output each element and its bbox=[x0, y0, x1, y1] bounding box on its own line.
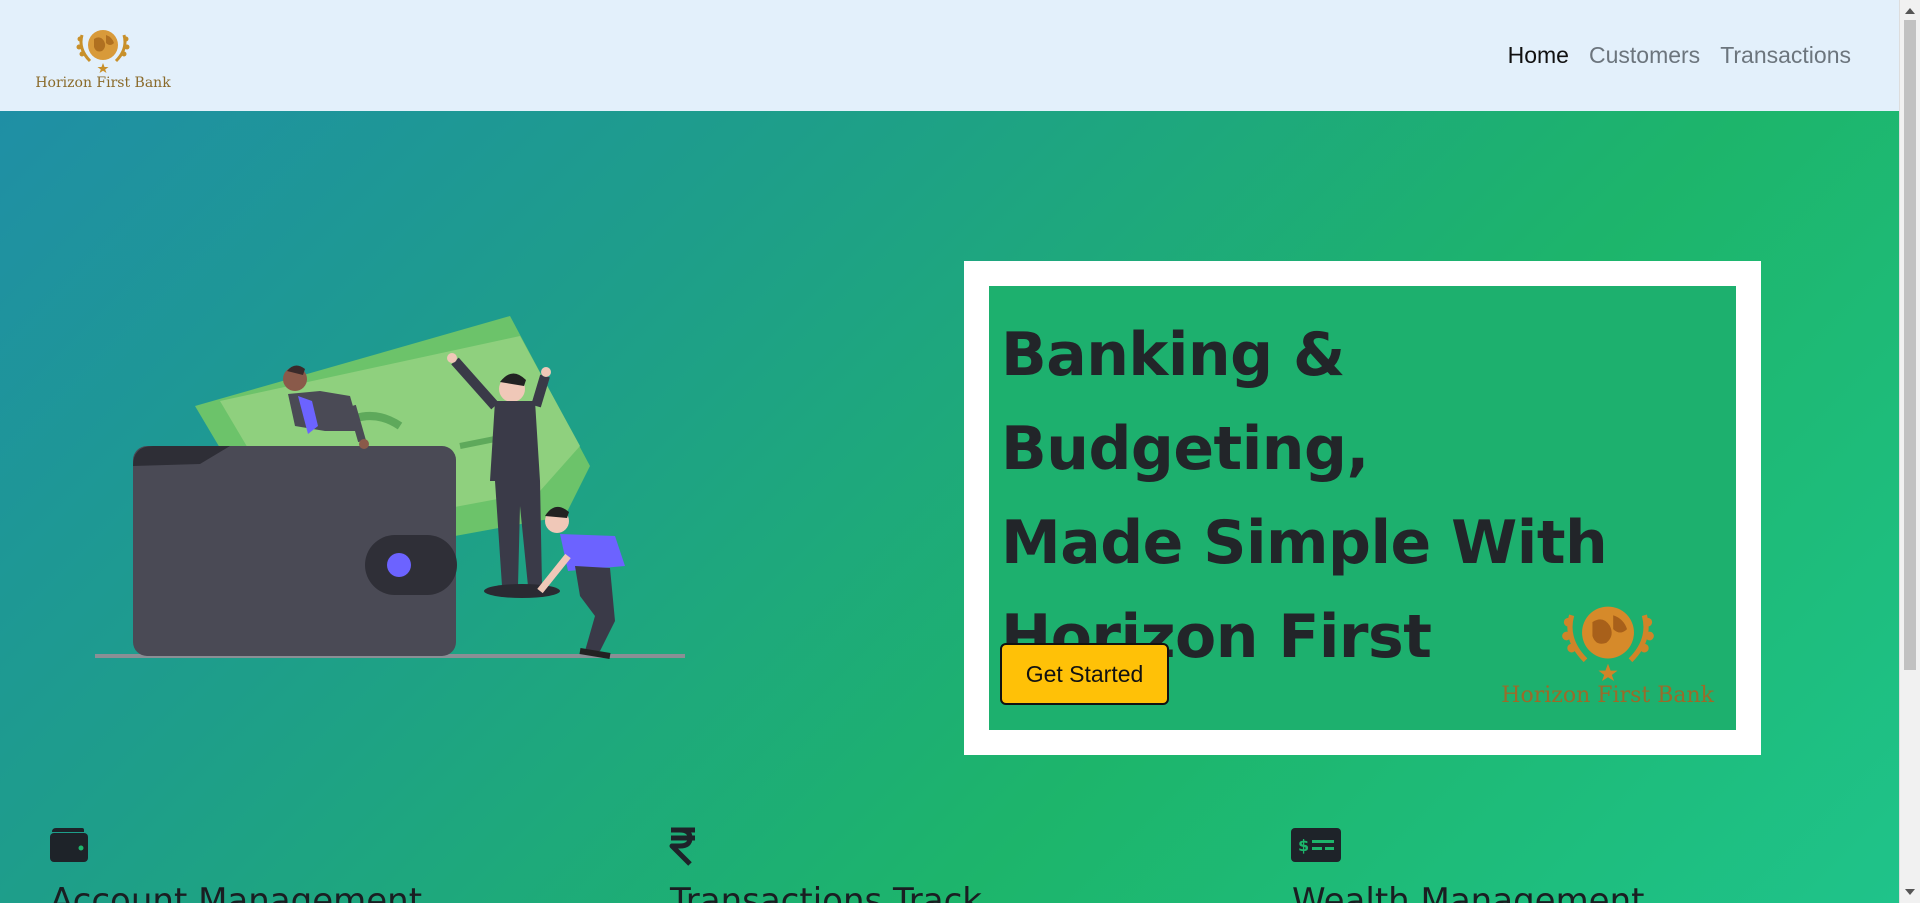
nav-link-transactions[interactable]: Transactions bbox=[1720, 42, 1851, 69]
rupee-icon bbox=[669, 827, 695, 866]
money-check-icon: $ bbox=[1291, 828, 1341, 862]
brand-name: Horizon First Bank bbox=[35, 74, 171, 91]
hero-section: Banking & Budgeting, Made Simple With Ho… bbox=[0, 111, 1899, 903]
feature-account-management: Account Management bbox=[48, 826, 422, 903]
wallet-people-illustration bbox=[95, 316, 685, 659]
laurel-globe-logo-icon bbox=[1561, 606, 1654, 681]
brand-logo-link[interactable]: Horizon First Bank bbox=[35, 21, 171, 91]
feature-transactions-track: Transactions Track bbox=[668, 826, 982, 903]
scroll-up-arrow-icon[interactable] bbox=[1905, 8, 1915, 14]
scroll-down-arrow-icon[interactable] bbox=[1905, 889, 1915, 895]
hero-headline-line2: Made Simple With bbox=[1001, 508, 1608, 578]
svg-text:$: $ bbox=[1298, 836, 1309, 855]
navbar: Horizon First Bank Home Customers Transa… bbox=[0, 0, 1899, 111]
laurel-globe-logo-icon bbox=[76, 29, 130, 73]
get-started-button[interactable]: Get Started bbox=[1000, 643, 1169, 705]
vertical-scrollbar[interactable] bbox=[1899, 0, 1920, 903]
nav-link-customers[interactable]: Customers bbox=[1589, 42, 1700, 69]
feature-title: Transactions Track bbox=[670, 881, 982, 903]
nav-links: Home Customers Transactions bbox=[1508, 42, 1851, 69]
feature-title: Account Management bbox=[50, 881, 423, 903]
features-row: Account Management Transactions Track $ … bbox=[0, 826, 1899, 903]
scrollbar-thumb[interactable] bbox=[1904, 20, 1916, 670]
feature-wealth-management: $ Wealth Management bbox=[1290, 826, 1644, 903]
wallet-icon bbox=[50, 828, 88, 862]
promo-card: Banking & Budgeting, Made Simple With Ho… bbox=[989, 286, 1736, 730]
nav-link-home[interactable]: Home bbox=[1508, 42, 1569, 69]
promo-card-logo: Horizon First Bank bbox=[1501, 591, 1714, 708]
promo-frame: Banking & Budgeting, Made Simple With Ho… bbox=[964, 261, 1761, 755]
promo-card-logo-text: Horizon First Bank bbox=[1501, 683, 1714, 708]
hero-headline-line1: Banking & Budgeting, bbox=[1001, 320, 1369, 484]
feature-title: Wealth Management bbox=[1292, 881, 1645, 903]
